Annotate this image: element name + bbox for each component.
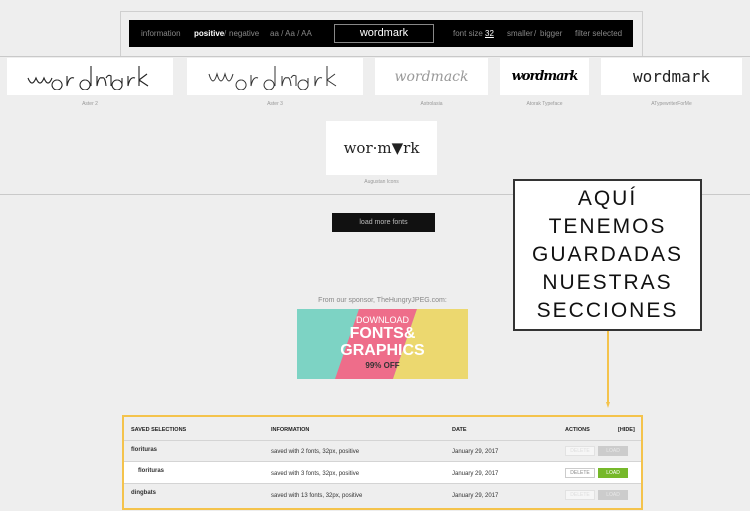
script-wordmark-preview [208,65,337,90]
preview-text-input[interactable]: wordmark [334,24,434,43]
column-header: SAVED SELECTIONS [131,427,187,433]
annotation-callout: AQUÍ TENEMOS GUARDADAS NUESTRAS SECCIONE… [513,179,702,331]
font-preview: wordmack [394,68,469,85]
callout-line: TENEMOS [548,215,667,238]
selection-info: saved with 3 fonts, 32px, positive [271,471,360,477]
positive-toggle[interactable]: positive [194,29,224,38]
font-size-label: font size [453,29,483,38]
sponsor-text: From our sponsor, TheHungryJPEG.com: [318,297,447,304]
load-button[interactable]: LOAD [598,490,628,500]
table-row: florituras saved with 2 fonts, 32px, pos… [124,441,641,462]
case-toggle[interactable]: aa / Aa / AA [270,29,312,38]
callout-line: NUESTRAS [542,271,673,294]
font-card[interactable]: wordmark [601,58,742,95]
font-card[interactable]: wordmark [500,58,589,95]
smaller-button[interactable]: smaller [507,29,533,38]
banner-line: 99% OFF [365,361,400,370]
separator: / [224,29,227,38]
sponsor-banner[interactable]: DOWNLOAD FONTS& GRAPHICS 99% OFF [297,309,468,379]
font-name-caption: Astrolasia [420,101,443,107]
delete-button[interactable]: DELETE [565,490,595,500]
load-button[interactable]: LOAD [598,468,628,478]
font-name-caption: Aster 2 [82,101,98,107]
information-toggle[interactable]: information [141,29,181,38]
selection-date: January 29, 2017 [452,493,499,499]
banner-line: DOWNLOAD [355,315,409,325]
font-name-caption: Augustan Icons [364,179,399,185]
banner-line: GRAPHICS [340,342,425,359]
font-preview: wordmark [632,67,711,86]
delete-button[interactable]: DELETE [565,446,595,456]
font-preview: wordmark [511,69,579,84]
selection-name: dingbats [131,490,156,496]
font-card[interactable]: wordmack [375,58,488,95]
font-name-caption: Atorak Typeface [526,101,563,107]
hide-button[interactable]: [HIDE] [618,427,635,433]
script-wordmark-preview [27,65,149,90]
table-header: SAVED SELECTIONS INFORMATION DATE ACTION… [124,421,641,441]
divider [0,56,750,57]
callout-line: GUARDADAS [531,243,684,266]
font-size-value[interactable]: 32 [485,29,494,38]
table-row: florituras saved with 3 fonts, 32px, pos… [124,462,641,484]
table-row: dingbats saved with 13 fonts, 32px, posi… [124,484,641,506]
font-name-caption: ATypewriterForMe [651,101,692,107]
selection-info: saved with 13 fonts, 32px, positive [271,493,363,499]
selection-date: January 29, 2017 [452,471,499,477]
font-card[interactable] [7,58,173,95]
load-more-fonts-button[interactable]: load more fonts [332,213,435,232]
selection-date: January 29, 2017 [452,449,499,455]
delete-button[interactable]: DELETE [565,468,595,478]
banner-line: FONTS& [349,325,416,342]
font-preview: wor·m▼rk [343,139,420,157]
font-card[interactable]: wor·m▼rk [326,121,437,175]
font-name-caption: Aster 3 [267,101,283,107]
selection-info: saved with 2 fonts, 32px, positive [271,449,360,455]
font-card[interactable] [187,58,363,95]
column-header: INFORMATION [271,427,310,433]
bigger-button[interactable]: bigger [540,29,562,38]
column-header: DATE [452,427,467,433]
negative-toggle[interactable]: negative [229,29,259,38]
toolbar: information positive / negative aa / Aa … [129,20,633,47]
separator: / [534,29,537,38]
filter-selected-button[interactable]: filter selected [575,29,622,38]
selection-name: florituras [131,447,158,453]
saved-selections-panel: SAVED SELECTIONS INFORMATION DATE ACTION… [122,415,643,510]
callout-line: AQUÍ [577,187,638,210]
load-button[interactable]: LOAD [598,446,628,456]
callout-arrow [606,331,610,408]
callout-line: SECCIONES [536,299,679,322]
column-header: ACTIONS [565,427,590,433]
selection-name: florituras [138,468,165,474]
